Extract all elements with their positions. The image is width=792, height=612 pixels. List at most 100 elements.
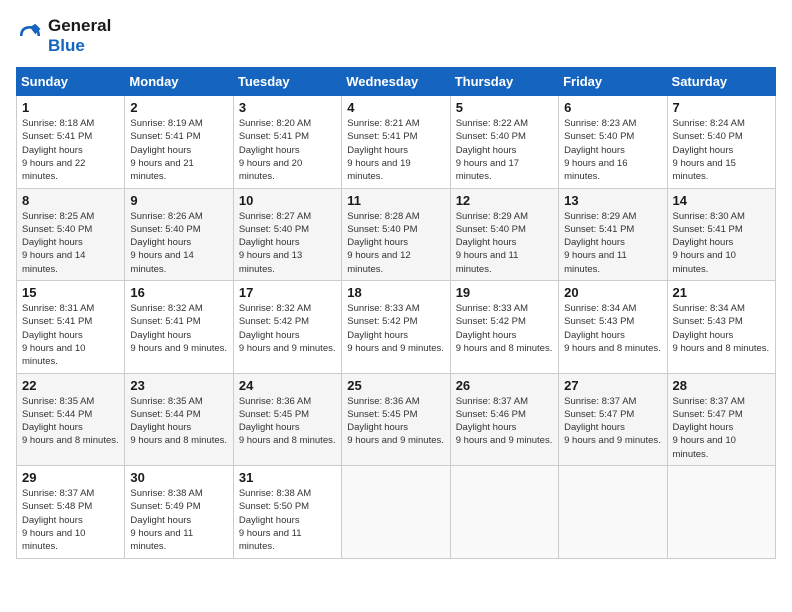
calendar-cell: 3 Sunrise: 8:20 AMSunset: 5:41 PMDayligh… <box>233 96 341 188</box>
calendar-week-3: 15 Sunrise: 8:31 AMSunset: 5:41 PMDaylig… <box>17 281 776 373</box>
day-info: Sunrise: 8:36 AMSunset: 5:45 PMDaylight … <box>347 395 444 448</box>
day-number: 13 <box>564 193 661 208</box>
calendar-cell: 17 Sunrise: 8:32 AMSunset: 5:42 PMDaylig… <box>233 281 341 373</box>
calendar-header-sunday: Sunday <box>17 68 125 96</box>
day-info: Sunrise: 8:20 AMSunset: 5:41 PMDaylight … <box>239 117 336 183</box>
calendar-cell: 1 Sunrise: 8:18 AMSunset: 5:41 PMDayligh… <box>17 96 125 188</box>
day-number: 27 <box>564 378 661 393</box>
day-info: Sunrise: 8:34 AMSunset: 5:43 PMDaylight … <box>564 302 661 355</box>
day-info: Sunrise: 8:32 AMSunset: 5:41 PMDaylight … <box>130 302 227 355</box>
calendar-cell: 15 Sunrise: 8:31 AMSunset: 5:41 PMDaylig… <box>17 281 125 373</box>
day-number: 26 <box>456 378 553 393</box>
calendar-week-1: 1 Sunrise: 8:18 AMSunset: 5:41 PMDayligh… <box>17 96 776 188</box>
day-info: Sunrise: 8:36 AMSunset: 5:45 PMDaylight … <box>239 395 336 448</box>
day-info: Sunrise: 8:37 AMSunset: 5:46 PMDaylight … <box>456 395 553 448</box>
calendar-cell: 7 Sunrise: 8:24 AMSunset: 5:40 PMDayligh… <box>667 96 775 188</box>
day-info: Sunrise: 8:19 AMSunset: 5:41 PMDaylight … <box>130 117 227 183</box>
day-number: 4 <box>347 100 444 115</box>
day-info: Sunrise: 8:28 AMSunset: 5:40 PMDaylight … <box>347 210 444 276</box>
calendar-cell: 9 Sunrise: 8:26 AMSunset: 5:40 PMDayligh… <box>125 188 233 280</box>
calendar-cell: 8 Sunrise: 8:25 AMSunset: 5:40 PMDayligh… <box>17 188 125 280</box>
day-info: Sunrise: 8:24 AMSunset: 5:40 PMDaylight … <box>673 117 770 183</box>
day-info: Sunrise: 8:32 AMSunset: 5:42 PMDaylight … <box>239 302 336 355</box>
day-info: Sunrise: 8:38 AMSunset: 5:49 PMDaylight … <box>130 487 227 553</box>
calendar-cell: 11 Sunrise: 8:28 AMSunset: 5:40 PMDaylig… <box>342 188 450 280</box>
calendar-cell: 29 Sunrise: 8:37 AMSunset: 5:48 PMDaylig… <box>17 466 125 558</box>
calendar-cell: 24 Sunrise: 8:36 AMSunset: 5:45 PMDaylig… <box>233 373 341 465</box>
calendar-cell <box>559 466 667 558</box>
day-number: 19 <box>456 285 553 300</box>
day-info: Sunrise: 8:31 AMSunset: 5:41 PMDaylight … <box>22 302 119 368</box>
page-header: General Blue <box>16 16 776 55</box>
day-number: 8 <box>22 193 119 208</box>
calendar-cell <box>450 466 558 558</box>
day-info: Sunrise: 8:29 AMSunset: 5:40 PMDaylight … <box>456 210 553 276</box>
day-info: Sunrise: 8:29 AMSunset: 5:41 PMDaylight … <box>564 210 661 276</box>
day-number: 31 <box>239 470 336 485</box>
calendar-cell <box>667 466 775 558</box>
calendar-cell: 30 Sunrise: 8:38 AMSunset: 5:49 PMDaylig… <box>125 466 233 558</box>
calendar-cell: 28 Sunrise: 8:37 AMSunset: 5:47 PMDaylig… <box>667 373 775 465</box>
logo: General Blue <box>16 16 111 55</box>
calendar-header-monday: Monday <box>125 68 233 96</box>
calendar-cell: 5 Sunrise: 8:22 AMSunset: 5:40 PMDayligh… <box>450 96 558 188</box>
day-info: Sunrise: 8:18 AMSunset: 5:41 PMDaylight … <box>22 117 119 183</box>
day-number: 2 <box>130 100 227 115</box>
calendar-cell: 21 Sunrise: 8:34 AMSunset: 5:43 PMDaylig… <box>667 281 775 373</box>
day-info: Sunrise: 8:25 AMSunset: 5:40 PMDaylight … <box>22 210 119 276</box>
day-info: Sunrise: 8:37 AMSunset: 5:47 PMDaylight … <box>564 395 661 448</box>
logo-icon <box>16 22 44 50</box>
day-info: Sunrise: 8:35 AMSunset: 5:44 PMDaylight … <box>22 395 119 448</box>
calendar-cell: 13 Sunrise: 8:29 AMSunset: 5:41 PMDaylig… <box>559 188 667 280</box>
calendar-header-tuesday: Tuesday <box>233 68 341 96</box>
day-number: 3 <box>239 100 336 115</box>
day-number: 18 <box>347 285 444 300</box>
day-number: 24 <box>239 378 336 393</box>
calendar-cell <box>342 466 450 558</box>
day-number: 6 <box>564 100 661 115</box>
day-number: 10 <box>239 193 336 208</box>
day-number: 5 <box>456 100 553 115</box>
day-number: 9 <box>130 193 227 208</box>
calendar-cell: 18 Sunrise: 8:33 AMSunset: 5:42 PMDaylig… <box>342 281 450 373</box>
day-number: 11 <box>347 193 444 208</box>
day-number: 21 <box>673 285 770 300</box>
calendar-cell: 2 Sunrise: 8:19 AMSunset: 5:41 PMDayligh… <box>125 96 233 188</box>
calendar-header-friday: Friday <box>559 68 667 96</box>
day-info: Sunrise: 8:38 AMSunset: 5:50 PMDaylight … <box>239 487 336 553</box>
day-number: 17 <box>239 285 336 300</box>
calendar-cell: 14 Sunrise: 8:30 AMSunset: 5:41 PMDaylig… <box>667 188 775 280</box>
day-info: Sunrise: 8:37 AMSunset: 5:47 PMDaylight … <box>673 395 770 461</box>
calendar-week-2: 8 Sunrise: 8:25 AMSunset: 5:40 PMDayligh… <box>17 188 776 280</box>
calendar-table: SundayMondayTuesdayWednesdayThursdayFrid… <box>16 67 776 558</box>
day-info: Sunrise: 8:37 AMSunset: 5:48 PMDaylight … <box>22 487 119 553</box>
calendar-cell: 10 Sunrise: 8:27 AMSunset: 5:40 PMDaylig… <box>233 188 341 280</box>
calendar-cell: 20 Sunrise: 8:34 AMSunset: 5:43 PMDaylig… <box>559 281 667 373</box>
day-info: Sunrise: 8:33 AMSunset: 5:42 PMDaylight … <box>456 302 553 355</box>
day-number: 7 <box>673 100 770 115</box>
calendar-cell: 25 Sunrise: 8:36 AMSunset: 5:45 PMDaylig… <box>342 373 450 465</box>
calendar-cell: 4 Sunrise: 8:21 AMSunset: 5:41 PMDayligh… <box>342 96 450 188</box>
day-number: 22 <box>22 378 119 393</box>
calendar-week-4: 22 Sunrise: 8:35 AMSunset: 5:44 PMDaylig… <box>17 373 776 465</box>
calendar-cell: 19 Sunrise: 8:33 AMSunset: 5:42 PMDaylig… <box>450 281 558 373</box>
calendar-header-saturday: Saturday <box>667 68 775 96</box>
day-info: Sunrise: 8:23 AMSunset: 5:40 PMDaylight … <box>564 117 661 183</box>
day-info: Sunrise: 8:33 AMSunset: 5:42 PMDaylight … <box>347 302 444 355</box>
day-number: 1 <box>22 100 119 115</box>
day-number: 16 <box>130 285 227 300</box>
day-info: Sunrise: 8:21 AMSunset: 5:41 PMDaylight … <box>347 117 444 183</box>
day-info: Sunrise: 8:26 AMSunset: 5:40 PMDaylight … <box>130 210 227 276</box>
calendar-cell: 31 Sunrise: 8:38 AMSunset: 5:50 PMDaylig… <box>233 466 341 558</box>
calendar-cell: 26 Sunrise: 8:37 AMSunset: 5:46 PMDaylig… <box>450 373 558 465</box>
day-number: 28 <box>673 378 770 393</box>
day-info: Sunrise: 8:27 AMSunset: 5:40 PMDaylight … <box>239 210 336 276</box>
day-number: 15 <box>22 285 119 300</box>
calendar-cell: 12 Sunrise: 8:29 AMSunset: 5:40 PMDaylig… <box>450 188 558 280</box>
calendar-cell: 27 Sunrise: 8:37 AMSunset: 5:47 PMDaylig… <box>559 373 667 465</box>
calendar-cell: 23 Sunrise: 8:35 AMSunset: 5:44 PMDaylig… <box>125 373 233 465</box>
day-info: Sunrise: 8:35 AMSunset: 5:44 PMDaylight … <box>130 395 227 448</box>
calendar-header-row: SundayMondayTuesdayWednesdayThursdayFrid… <box>17 68 776 96</box>
day-number: 14 <box>673 193 770 208</box>
day-number: 12 <box>456 193 553 208</box>
